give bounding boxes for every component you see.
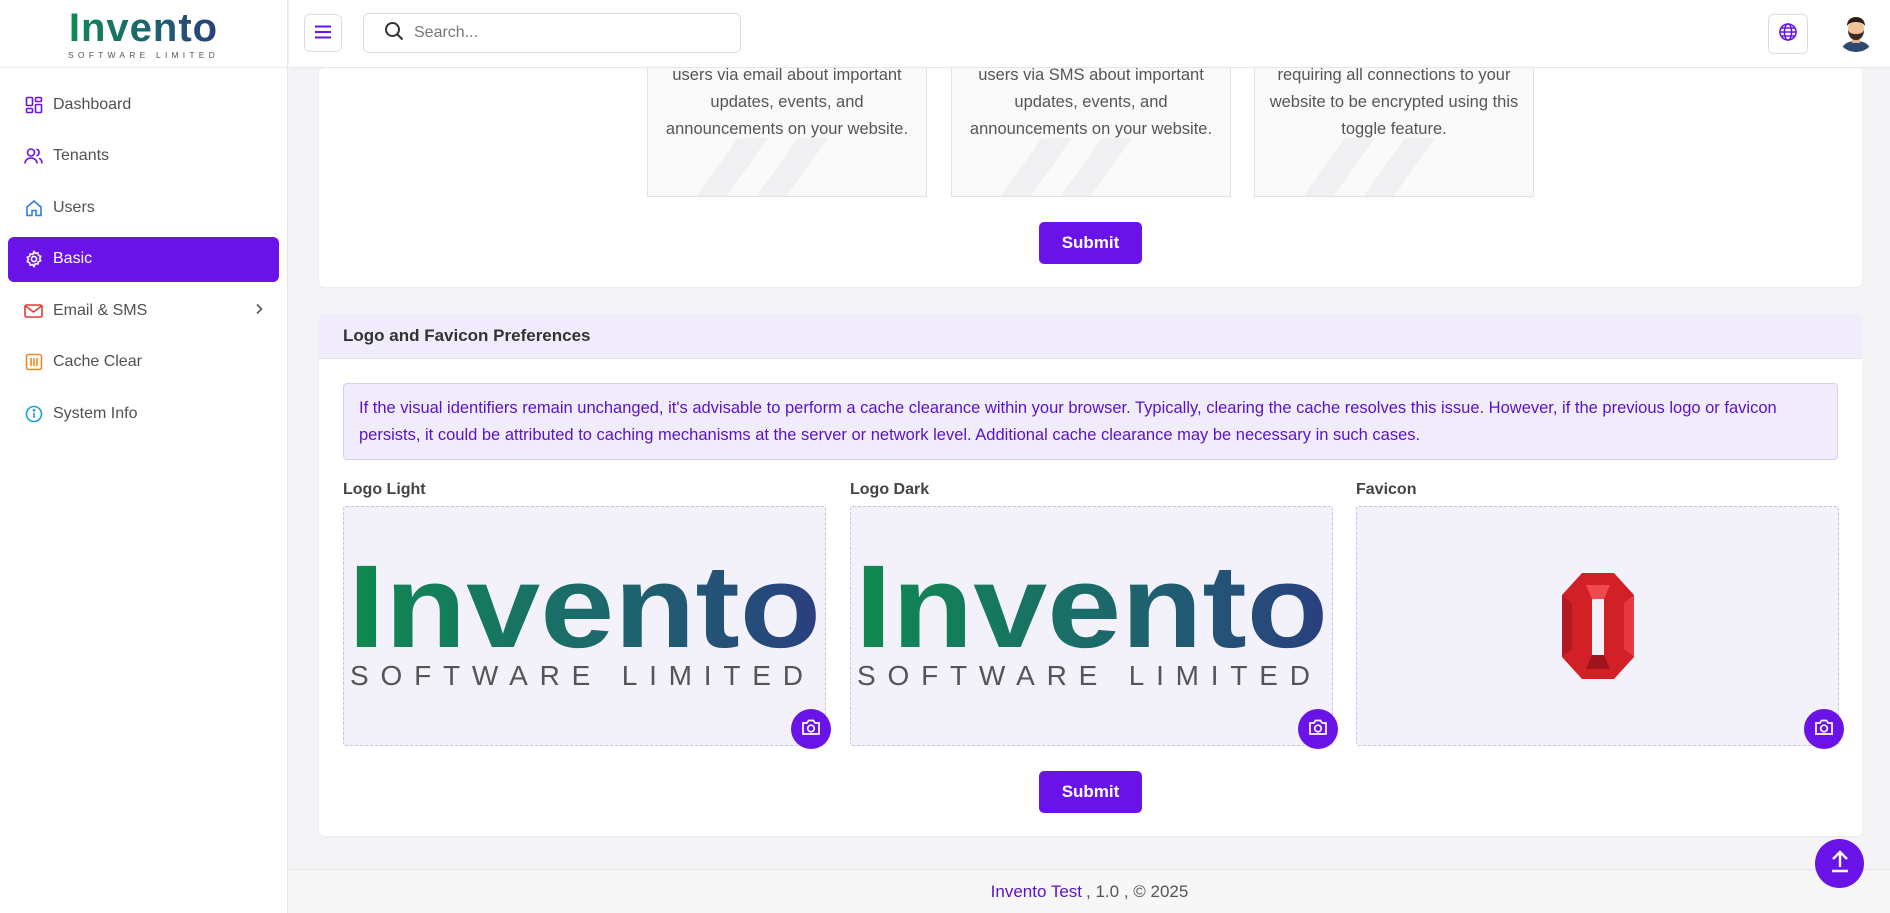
upload-label-logo-dark: Logo Dark — [850, 481, 930, 498]
logo-light-dropzone[interactable]: Invento SOFTWARE LIMITED — [343, 506, 831, 749]
sidebar-item-label: Dashboard — [53, 95, 132, 113]
sidebar-item-users[interactable]: Users — [8, 185, 279, 230]
search-box[interactable] — [363, 13, 741, 53]
sidebar-item-label: Cache Clear — [53, 353, 142, 370]
users-icon — [24, 147, 43, 166]
hamburger-icon — [314, 25, 332, 42]
upload-label-favicon: Favicon — [1356, 481, 1417, 498]
camera-icon — [1308, 718, 1328, 741]
sidebar-item-system-info[interactable]: System Info — [8, 391, 279, 436]
favicon-dropzone[interactable] — [1356, 506, 1844, 749]
svg-text:Invento: Invento — [348, 557, 821, 673]
camera-icon — [801, 718, 821, 741]
sms-notification-feature: users via SMS about important updates, e… — [951, 68, 1231, 197]
avatar[interactable] — [1836, 12, 1876, 52]
sidebar-item-tenants[interactable]: Tenants — [8, 134, 279, 179]
camera-icon — [1814, 718, 1834, 741]
menu-toggle-button[interactable] — [304, 14, 342, 52]
sidebar-item-email-sms[interactable]: Email & SMS — [8, 288, 279, 333]
home-icon — [24, 198, 43, 217]
info-icon — [24, 404, 43, 423]
search-icon — [384, 21, 404, 46]
sidebar-item-label: Basic — [53, 250, 93, 267]
brand-subtitle: SOFTWARE LIMITED — [68, 49, 219, 60]
favicon-preview — [1562, 573, 1634, 679]
sidebar-nav: Dashboard Tenants Users Basic Email & SM… — [0, 68, 287, 457]
gear-icon — [24, 250, 43, 269]
sidebar-item-dashboard[interactable]: Dashboard — [8, 82, 279, 127]
sidebar-item-label: Email & SMS — [53, 301, 148, 319]
mail-icon — [24, 301, 43, 320]
sidebar: Invento SOFTWARE LIMITED Dashboard Tenan… — [0, 0, 288, 913]
svg-text:SOFTWARE LIMITED: SOFTWARE LIMITED — [857, 660, 1327, 687]
language-button[interactable] — [1768, 14, 1808, 54]
svg-text:SOFTWARE LIMITED: SOFTWARE LIMITED — [350, 660, 820, 687]
sidebar-item-label: Tenants — [53, 147, 110, 164]
feature-description: requiring all connections to your websit… — [1269, 68, 1519, 138]
sidebar-item-basic[interactable]: Basic — [8, 236, 279, 282]
dashboard-icon — [24, 95, 43, 114]
upload-logo-light-button[interactable] — [791, 709, 831, 749]
logo-favicon-card: Logo and Favicon Preferences If the visu… — [319, 313, 1862, 836]
brand-name: Invento — [68, 5, 219, 50]
feature-description: users via email about important updates,… — [665, 68, 909, 138]
sidebar-item-label: System Info — [53, 404, 138, 422]
globe-icon — [1778, 22, 1798, 47]
upload-label-logo-light: Logo Light — [343, 481, 426, 498]
topbar — [289, 0, 1890, 68]
logo-light-preview: Invento SOFTWARE LIMITED — [348, 557, 821, 687]
cache-icon — [24, 353, 43, 372]
footer: Invento Test , 1.0 , © 2025 — [289, 869, 1890, 913]
upload-favicon-button[interactable] — [1804, 709, 1844, 749]
https-feature: requiring all connections to your websit… — [1254, 68, 1534, 197]
cache-notice: If the visual identifiers remain unchang… — [343, 383, 1838, 460]
section-title: Logo and Favicon Preferences — [319, 313, 1862, 359]
logo-dark-preview: Invento SOFTWARE LIMITED — [855, 557, 1328, 687]
logo-dark-dropzone[interactable]: Invento SOFTWARE LIMITED — [850, 506, 1338, 749]
feature-description: users via SMS about important updates, e… — [969, 68, 1213, 138]
svg-text:Invento: Invento — [855, 557, 1328, 673]
brand-logo[interactable]: Invento SOFTWARE LIMITED — [0, 0, 287, 68]
scroll-to-top-button[interactable] — [1815, 839, 1864, 888]
upload-logo-dark-button[interactable] — [1298, 709, 1338, 749]
email-notification-feature: users via email about important updates,… — [647, 68, 927, 197]
arrow-up-icon — [1829, 849, 1851, 878]
sidebar-item-label: Users — [53, 198, 95, 216]
footer-app-link[interactable]: Invento Test — [991, 882, 1082, 902]
footer-version: , 1.0 , © 2025 — [1086, 881, 1189, 901]
chevron-right-icon — [255, 302, 263, 320]
logo-submit-button[interactable]: Submit — [1039, 771, 1142, 813]
sidebar-item-cache-clear[interactable]: Cache Clear — [8, 340, 279, 385]
notification-settings-card: users via email about important updates,… — [319, 68, 1862, 287]
settings-submit-button[interactable]: Submit — [1039, 222, 1142, 264]
search-input[interactable] — [414, 24, 714, 42]
